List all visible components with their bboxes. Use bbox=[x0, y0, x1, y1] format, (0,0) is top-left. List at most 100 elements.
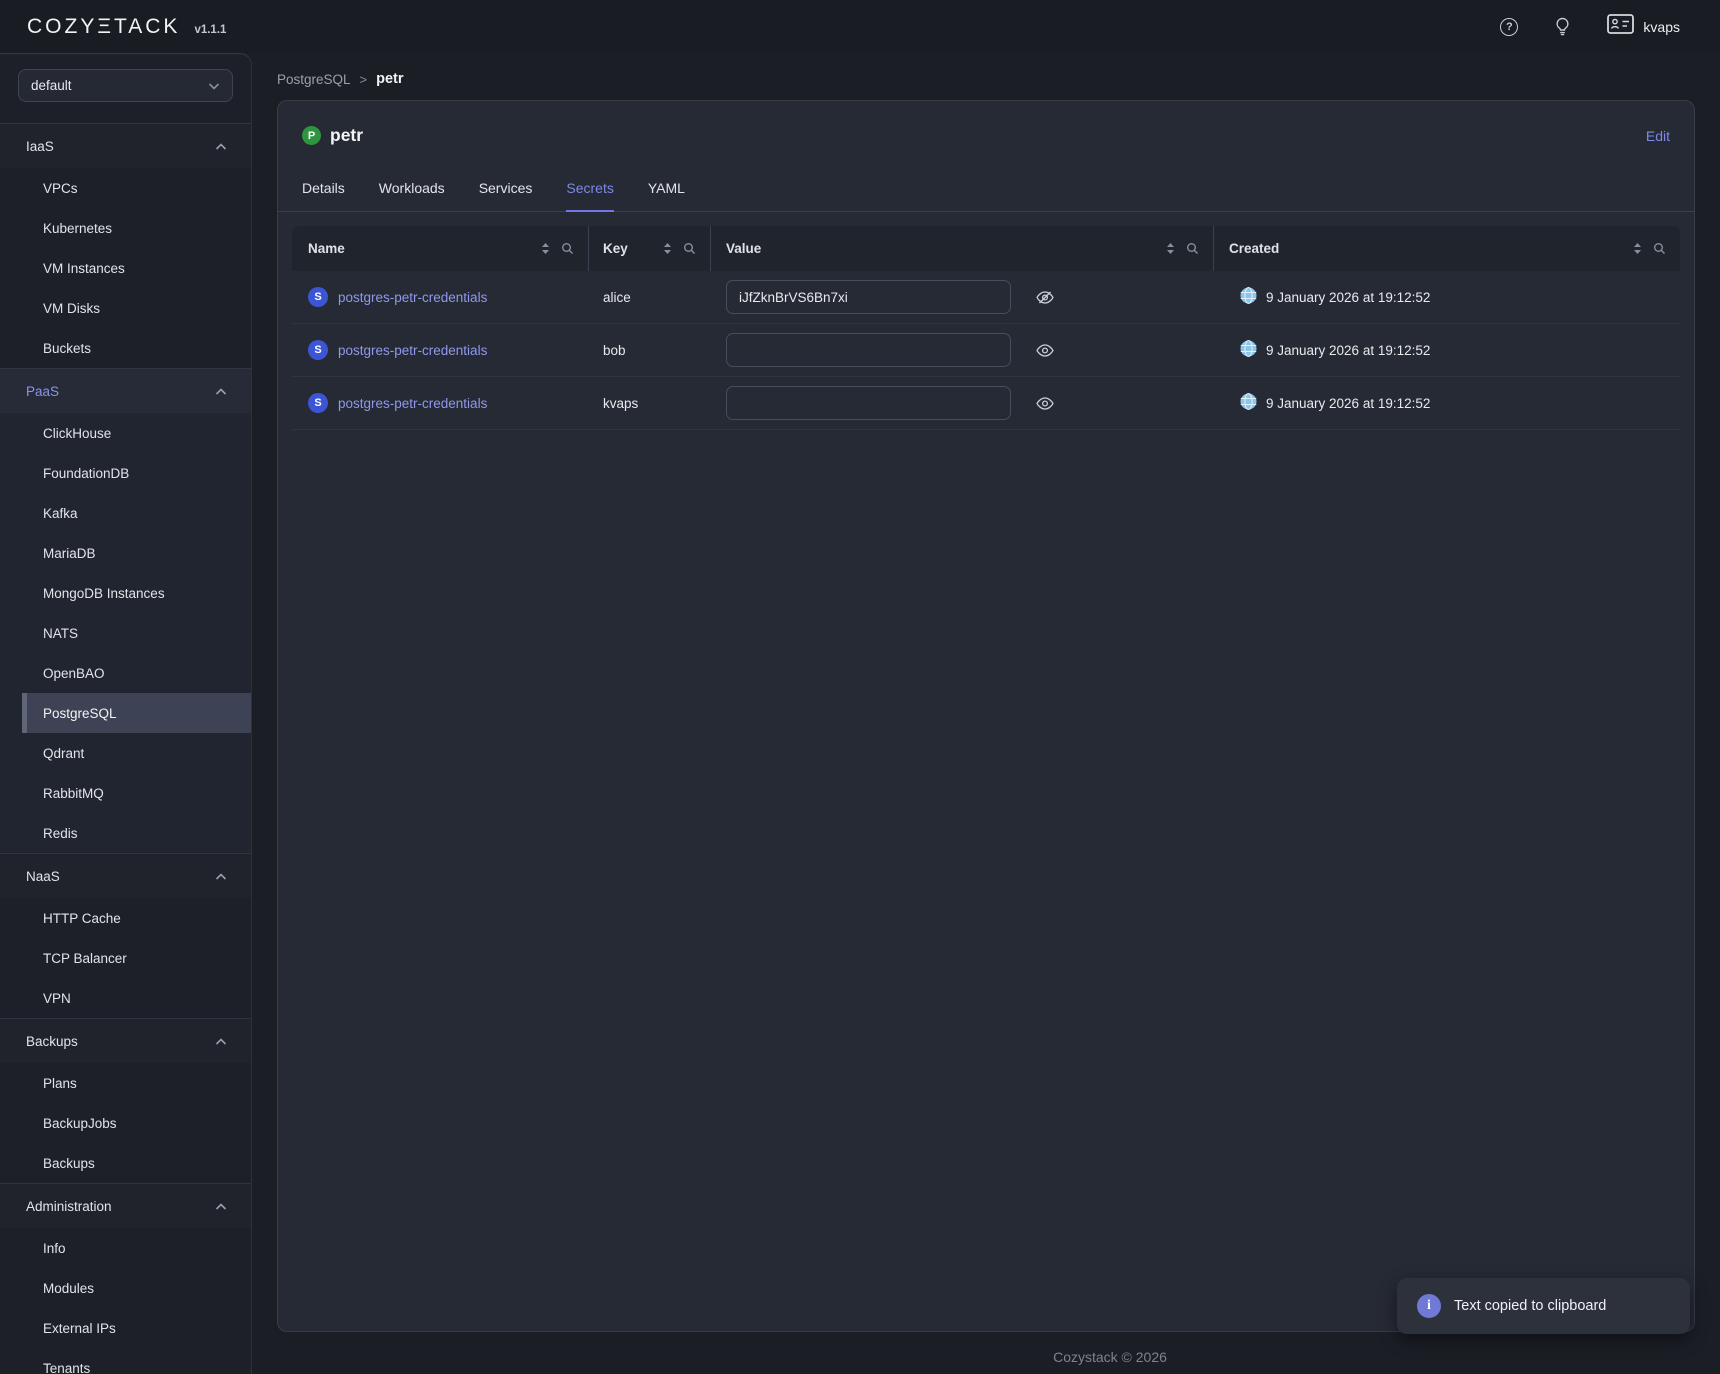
sidebar-item-kafka[interactable]: Kafka bbox=[0, 493, 251, 533]
tab-secrets[interactable]: Secrets bbox=[566, 180, 613, 212]
chevron-up-icon bbox=[215, 384, 227, 399]
item-label: Plans bbox=[43, 1076, 77, 1091]
sidebar-section-header-backups[interactable]: Backups bbox=[0, 1019, 251, 1063]
sidebar-item-rabbitmq[interactable]: RabbitMQ bbox=[0, 773, 251, 813]
column-label: Value bbox=[726, 241, 761, 256]
created-timestamp: 9 January 2026 at 19:12:52 bbox=[1266, 290, 1430, 305]
secret-value-input[interactable] bbox=[726, 280, 1011, 314]
sidebar-item-clickhouse[interactable]: ClickHouse bbox=[0, 413, 251, 453]
sidebar-item-mariadb[interactable]: MariaDB bbox=[0, 533, 251, 573]
sidebar-item-backups[interactable]: Backups bbox=[0, 1143, 251, 1183]
secret-name-link[interactable]: postgres-petr-credentials bbox=[338, 290, 487, 305]
namespace-select[interactable]: default bbox=[18, 69, 233, 102]
secrets-table: Name Key Value bbox=[292, 226, 1680, 430]
item-label: Backups bbox=[43, 1156, 95, 1171]
sidebar-section-paas: PaaS ClickHouse FoundationDB Kafka Maria… bbox=[0, 369, 251, 854]
tab-services[interactable]: Services bbox=[479, 180, 533, 211]
sidebar-section-header-paas[interactable]: PaaS bbox=[0, 369, 251, 413]
section-label: Administration bbox=[26, 1199, 112, 1214]
sort-icon[interactable] bbox=[540, 242, 551, 255]
namespace-select-wrap: default bbox=[0, 54, 251, 124]
sidebar-item-plans[interactable]: Plans bbox=[0, 1063, 251, 1103]
column-header-name: Name bbox=[292, 226, 589, 271]
breadcrumb-parent[interactable]: PostgreSQL bbox=[277, 72, 351, 87]
sidebar-item-postgresql[interactable]: PostgreSQL bbox=[22, 693, 251, 733]
item-label: VM Disks bbox=[43, 301, 100, 316]
table-header: Name Key Value bbox=[292, 226, 1680, 271]
sidebar-item-info[interactable]: Info bbox=[0, 1228, 251, 1268]
search-icon[interactable] bbox=[561, 242, 574, 255]
item-label: ClickHouse bbox=[43, 426, 111, 441]
tab-bar: Details Workloads Services Secrets YAML bbox=[278, 180, 1694, 212]
search-icon[interactable] bbox=[1186, 242, 1199, 255]
item-label: NATS bbox=[43, 626, 78, 641]
sidebar-item-mongodb-instances[interactable]: MongoDB Instances bbox=[0, 573, 251, 613]
app-version: v1.1.1 bbox=[194, 24, 226, 36]
sidebar-item-vpn[interactable]: VPN bbox=[0, 978, 251, 1018]
sidebar-item-buckets[interactable]: Buckets bbox=[0, 328, 251, 368]
item-label: VPN bbox=[43, 991, 71, 1006]
tab-workloads[interactable]: Workloads bbox=[379, 180, 445, 211]
sidebar-item-vm-disks[interactable]: VM Disks bbox=[0, 288, 251, 328]
created-timestamp: 9 January 2026 at 19:12:52 bbox=[1266, 343, 1430, 358]
globe-icon bbox=[1240, 393, 1257, 413]
sidebar-item-tenants[interactable]: Tenants bbox=[0, 1348, 251, 1374]
item-label: PostgreSQL bbox=[43, 706, 117, 721]
user-menu[interactable]: kvaps bbox=[1607, 14, 1680, 39]
secret-name-link[interactable]: postgres-petr-credentials bbox=[338, 343, 487, 358]
sidebar-item-tcp-balancer[interactable]: TCP Balancer bbox=[0, 938, 251, 978]
tab-details[interactable]: Details bbox=[302, 180, 345, 211]
item-label: Info bbox=[43, 1241, 66, 1256]
sidebar-section-header-administration[interactable]: Administration bbox=[0, 1184, 251, 1228]
edit-button[interactable]: Edit bbox=[1646, 128, 1670, 144]
secret-name-link[interactable]: postgres-petr-credentials bbox=[338, 396, 487, 411]
item-label: Tenants bbox=[43, 1361, 90, 1374]
sidebar-section-header-naas[interactable]: NaaS bbox=[0, 854, 251, 898]
sort-icon[interactable] bbox=[662, 242, 673, 255]
secret-value-input[interactable] bbox=[726, 386, 1011, 420]
sidebar-section-administration: Administration Info Modules External IPs… bbox=[0, 1184, 251, 1374]
secret-key: alice bbox=[589, 290, 711, 305]
sidebar-item-qdrant[interactable]: Qdrant bbox=[0, 733, 251, 773]
item-label: Buckets bbox=[43, 341, 91, 356]
sidebar-item-nats[interactable]: NATS bbox=[0, 613, 251, 653]
sidebar-section-header-iaas[interactable]: IaaS bbox=[0, 124, 251, 168]
sidebar-item-modules[interactable]: Modules bbox=[0, 1268, 251, 1308]
sidebar-item-kubernetes[interactable]: Kubernetes bbox=[0, 208, 251, 248]
sidebar-item-http-cache[interactable]: HTTP Cache bbox=[0, 898, 251, 938]
help-icon[interactable]: ? bbox=[1500, 18, 1518, 36]
sort-icon[interactable] bbox=[1632, 242, 1643, 255]
title-group: P petr bbox=[302, 125, 363, 146]
sidebar: default IaaS VPCs Kubernetes VM Instance… bbox=[0, 53, 252, 1374]
theme-lightbulb-icon[interactable] bbox=[1554, 17, 1571, 36]
top-bar: COZYΞTACK v1.1.1 ? kvaps bbox=[0, 0, 1720, 53]
secret-key: bob bbox=[589, 343, 711, 358]
search-icon[interactable] bbox=[683, 242, 696, 255]
sidebar-item-external-ips[interactable]: External IPs bbox=[0, 1308, 251, 1348]
sidebar-section-naas: NaaS HTTP Cache TCP Balancer VPN bbox=[0, 854, 251, 1019]
search-icon[interactable] bbox=[1653, 242, 1666, 255]
sidebar-item-vm-instances[interactable]: VM Instances bbox=[0, 248, 251, 288]
secret-value-input[interactable] bbox=[726, 333, 1011, 367]
item-label: HTTP Cache bbox=[43, 911, 121, 926]
username: kvaps bbox=[1643, 19, 1680, 35]
sort-icon[interactable] bbox=[1165, 242, 1176, 255]
eye-icon[interactable] bbox=[1036, 396, 1054, 411]
chevron-up-icon bbox=[215, 1199, 227, 1214]
table-row: S postgres-petr-credentials bob bbox=[292, 324, 1680, 377]
column-header-value: Value bbox=[711, 226, 1214, 271]
column-label: Key bbox=[603, 241, 628, 256]
sidebar-item-openbao[interactable]: OpenBAO bbox=[0, 653, 251, 693]
created-timestamp: 9 January 2026 at 19:12:52 bbox=[1266, 396, 1430, 411]
eye-icon[interactable] bbox=[1036, 343, 1054, 358]
eye-slash-icon[interactable] bbox=[1036, 290, 1054, 305]
sidebar-item-vpcs[interactable]: VPCs bbox=[0, 168, 251, 208]
sidebar-item-redis[interactable]: Redis bbox=[0, 813, 251, 853]
sidebar-item-backupjobs[interactable]: BackupJobs bbox=[0, 1103, 251, 1143]
section-label: IaaS bbox=[26, 139, 54, 154]
sidebar-item-foundationdb[interactable]: FoundationDB bbox=[0, 453, 251, 493]
card-header: P petr Edit bbox=[278, 101, 1694, 146]
secret-icon: S bbox=[308, 393, 328, 413]
tab-yaml[interactable]: YAML bbox=[648, 180, 685, 211]
item-label: Kafka bbox=[43, 506, 78, 521]
